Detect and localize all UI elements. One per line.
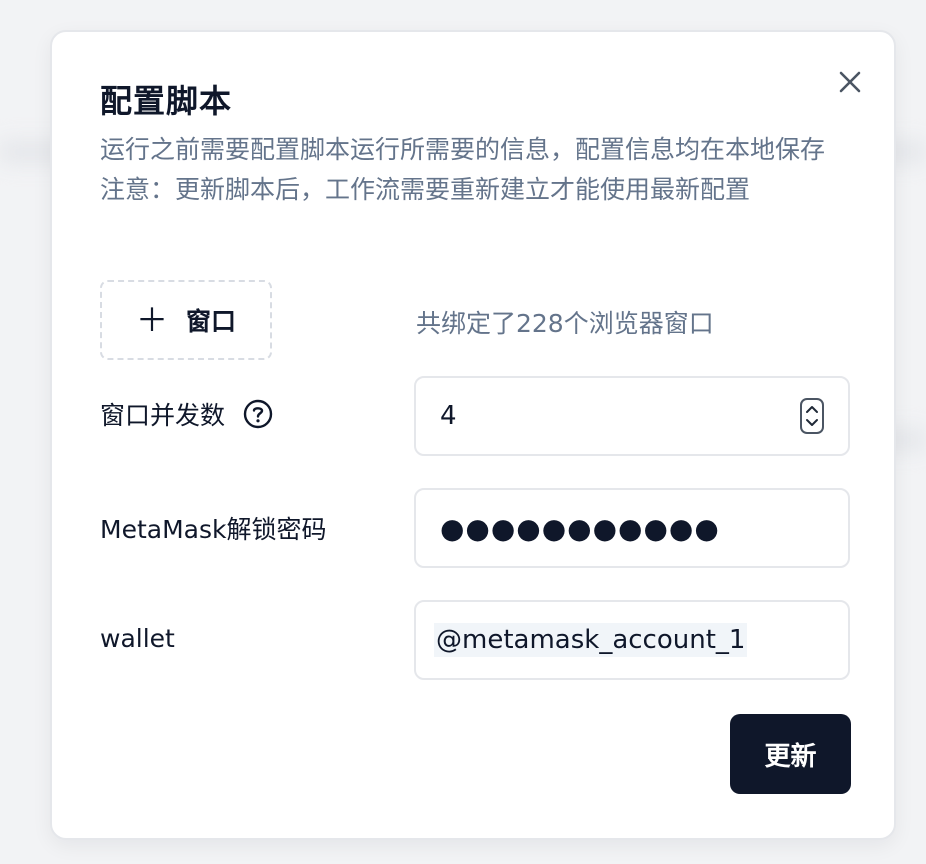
number-stepper[interactable] — [800, 398, 824, 434]
config-dialog: 配置脚本 运行之前需要配置脚本运行所需要的信息，配置信息均在本地保存 注意：更新… — [50, 30, 896, 840]
description-note: 注意：更新脚本后，工作流需要重新建立才能使用最新配置 — [100, 175, 751, 204]
metamask-password-label: MetaMask解锁密码 — [100, 515, 327, 544]
password-masked-value: ●●●●●●●●●●● — [440, 511, 720, 545]
add-window-label: 窗口 — [186, 307, 237, 336]
bound-window-count: 共绑定了228个浏览器窗口 — [416, 309, 714, 338]
dialog-description: 运行之前需要配置脚本运行所需要的信息，配置信息均在本地保存 注意：更新脚本后，工… — [100, 130, 860, 210]
concurrency-label: 窗口并发数 — [100, 401, 226, 430]
close-icon[interactable] — [836, 68, 864, 96]
wallet-label: wallet — [100, 624, 175, 653]
metamask-password-field[interactable]: ●●●●●●●●●●● — [414, 488, 850, 568]
concurrency-input[interactable]: 4 — [414, 376, 850, 456]
wallet-value: @metamask_account_1 — [434, 623, 748, 657]
concurrency-value: 4 — [440, 401, 457, 431]
wallet-field[interactable]: @metamask_account_1 — [414, 600, 850, 680]
plus-icon: ＋ — [135, 301, 168, 339]
concurrency-row-label: 窗口并发数 — [100, 396, 273, 432]
add-window-button[interactable]: ＋ 窗口 — [100, 280, 272, 360]
description-line: 运行之前需要配置脚本运行所需要的信息，配置信息均在本地保存 — [100, 135, 826, 164]
dialog-title: 配置脚本 — [100, 82, 233, 120]
update-button[interactable]: 更新 — [730, 714, 851, 794]
wallet-row-label: wallet — [100, 624, 175, 653]
question-circle-icon[interactable] — [243, 399, 273, 429]
password-row-label: MetaMask解锁密码 — [100, 510, 326, 546]
